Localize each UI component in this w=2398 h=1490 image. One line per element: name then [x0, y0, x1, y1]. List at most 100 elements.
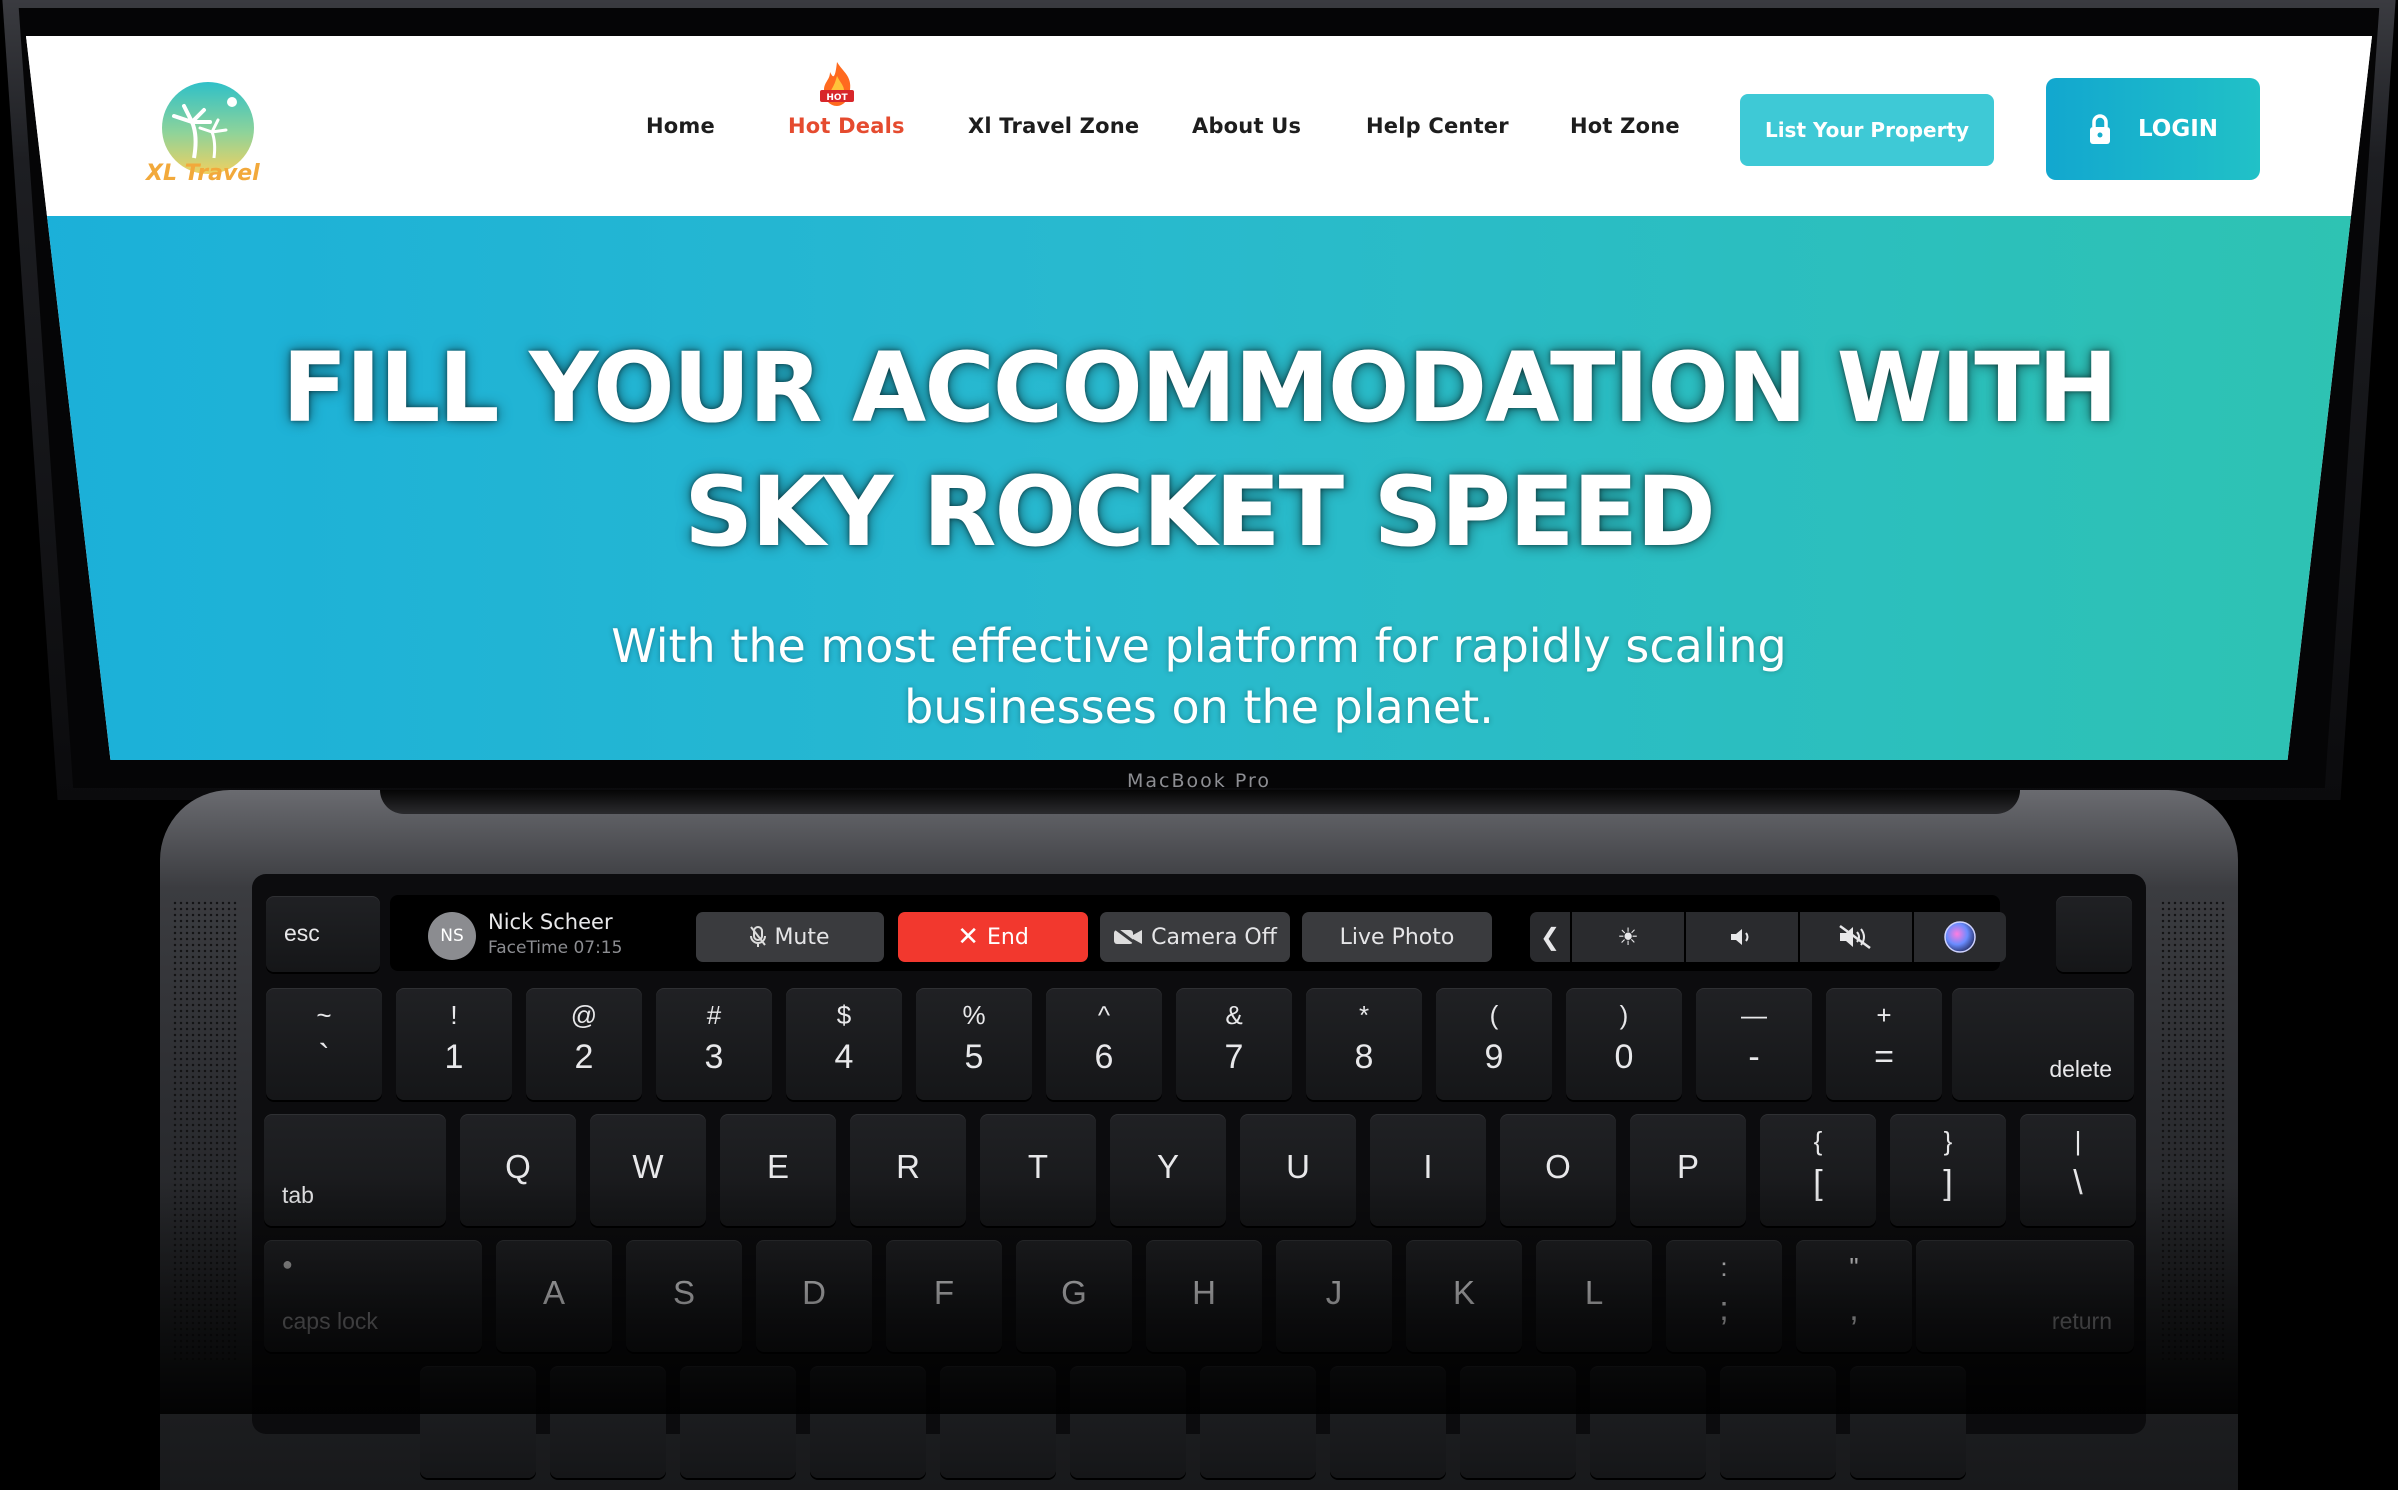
key-letter-6[interactable]: U	[1240, 1114, 1356, 1226]
key-number-9-shift-label: (	[1489, 1000, 1499, 1030]
key-home-1[interactable]: S	[626, 1240, 742, 1352]
key-bottom-9[interactable]	[1590, 1366, 1706, 1478]
key-home-6[interactable]: J	[1276, 1240, 1392, 1352]
key-bottom-0[interactable]	[420, 1366, 536, 1478]
site-logo[interactable]: XL Travel	[144, 76, 284, 186]
key-bracket-2[interactable]: | \	[2020, 1114, 2136, 1226]
key-return[interactable]: return	[1916, 1240, 2134, 1352]
camera-off-label: Camera Off	[1151, 924, 1277, 950]
key-delete[interactable]: delete	[1952, 988, 2134, 1100]
key-bottom-10[interactable]	[1720, 1366, 1836, 1478]
key-number-4[interactable]: $4	[786, 988, 902, 1100]
key-bottom-1[interactable]	[550, 1366, 666, 1478]
key-number-10-label: 0	[1614, 1038, 1634, 1076]
key-bracket-2-label: \	[2073, 1164, 2083, 1202]
camera-off-button[interactable]: Camera Off	[1100, 912, 1290, 962]
hot-fire-badge-icon: HOT	[816, 60, 858, 112]
key-tab[interactable]: tab	[264, 1114, 446, 1226]
nav-help-center[interactable]: Help Center	[1366, 114, 1509, 138]
key-touch-id[interactable]	[2056, 896, 2132, 972]
key-home-3[interactable]: F	[886, 1240, 1002, 1352]
key-number-4-shift-label: $	[836, 1000, 852, 1030]
key-home-0[interactable]: A	[496, 1240, 612, 1352]
nav-hot-deals[interactable]: Hot Deals	[788, 114, 905, 138]
key-number-8[interactable]: * 8	[1306, 988, 1422, 1100]
key-delete-label: delete	[2049, 1056, 2112, 1082]
nav-travel-zone[interactable]: Xl Travel Zone	[968, 114, 1139, 138]
key-number-3-label: 3	[704, 1038, 724, 1076]
key-home-8-label: L	[1584, 1274, 1604, 1311]
key-letter-5-label: Y	[1156, 1148, 1179, 1185]
caps-lock-indicator-icon: ●	[282, 1254, 293, 1274]
mute-volume-icon[interactable]	[1800, 912, 1912, 962]
key-home-4[interactable]: G	[1016, 1240, 1132, 1352]
key-number-10[interactable]: ) 0	[1566, 988, 1682, 1100]
live-photo-button[interactable]: Live Photo	[1302, 912, 1492, 962]
key-esc[interactable]: esc	[266, 896, 380, 972]
chevron-left-icon[interactable]: ❮	[1530, 912, 1570, 962]
key-number-3[interactable]: #3	[656, 988, 772, 1100]
macbook-model-label: MacBook Pro	[1127, 770, 1271, 792]
key-letter-8[interactable]: O	[1500, 1114, 1616, 1226]
key-home-2[interactable]: D	[756, 1240, 872, 1352]
key-letter-3[interactable]: R	[850, 1114, 966, 1226]
key-letter-9[interactable]: P	[1630, 1114, 1746, 1226]
key-number-9[interactable]: (9	[1436, 988, 1552, 1100]
key-home-8[interactable]: L	[1536, 1240, 1652, 1352]
key-bracket-1[interactable]: }]	[1890, 1114, 2006, 1226]
microphone-off-icon	[750, 926, 767, 947]
siri-icon[interactable]	[1914, 912, 2006, 962]
key-bottom-3[interactable]	[810, 1366, 926, 1478]
nav-hot-zone[interactable]: Hot Zone	[1570, 114, 1680, 138]
list-property-label: List Your Property	[1764, 118, 1970, 142]
key-number-12[interactable]: + =	[1826, 988, 1942, 1100]
key-home-7[interactable]: K	[1406, 1240, 1522, 1352]
key-bracket-0[interactable]: {[	[1760, 1114, 1876, 1226]
key-bracket-0-shift-label: {	[1813, 1126, 1823, 1156]
key-bottom-7[interactable]	[1330, 1366, 1446, 1478]
key-punct-0[interactable]: :;	[1666, 1240, 1782, 1352]
key-bottom-8[interactable]	[1460, 1366, 1576, 1478]
key-bottom-6[interactable]	[1200, 1366, 1316, 1478]
key-number-1[interactable]: ! 1	[396, 988, 512, 1100]
lock-icon	[2089, 114, 2110, 144]
volume-icon[interactable]	[1686, 912, 1798, 962]
key-letter-4[interactable]: T	[980, 1114, 1096, 1226]
key-letter-0[interactable]: Q	[460, 1114, 576, 1226]
key-number-5[interactable]: % 5	[916, 988, 1032, 1100]
login-button[interactable]: LOGIN	[2046, 78, 2260, 180]
end-call-button[interactable]: ✕ End	[898, 912, 1088, 962]
hero-title-line-1: FILL YOUR ACCOMMODATION WITH	[281, 332, 2118, 444]
key-number-0[interactable]: ~ `	[266, 988, 382, 1100]
key-number-11[interactable]: — -	[1696, 988, 1812, 1100]
key-letter-7[interactable]: I	[1370, 1114, 1486, 1226]
key-letter-1[interactable]: W	[590, 1114, 706, 1226]
key-letter-2[interactable]: E	[720, 1114, 836, 1226]
key-bottom-5[interactable]	[1070, 1366, 1186, 1478]
list-property-button[interactable]: List Your Property	[1740, 94, 1994, 166]
key-punct-1[interactable]: ",	[1796, 1240, 1912, 1352]
brightness-icon[interactable]: ☀	[1572, 912, 1684, 962]
key-home-5-label: H	[1192, 1274, 1216, 1311]
live-photo-label: Live Photo	[1339, 924, 1455, 950]
key-number-2[interactable]: @2	[526, 988, 642, 1100]
hero-subtitle-line-1: With the most effective platform for rap…	[611, 619, 1787, 673]
key-number-7-shift-label: &	[1225, 1000, 1243, 1030]
key-number-0-label: `	[318, 1038, 330, 1076]
mute-button[interactable]: Mute	[696, 912, 884, 962]
site-navbar: XL Travel Home HOT Hot Deals Xl Travel Z…	[26, 36, 2372, 216]
key-home-5[interactable]: H	[1146, 1240, 1262, 1352]
key-number-6[interactable]: ^ 6	[1046, 988, 1162, 1100]
key-letter-5[interactable]: Y	[1110, 1114, 1226, 1226]
laptop-screen: XL Travel Home HOT Hot Deals Xl Travel Z…	[26, 36, 2372, 760]
key-bottom-4[interactable]	[940, 1366, 1056, 1478]
key-number-7[interactable]: & 7	[1176, 988, 1292, 1100]
hero-subtitle-line-2: businesses on the planet.	[904, 680, 1494, 734]
end-label: End	[986, 924, 1029, 950]
key-bottom-11[interactable]	[1850, 1366, 1966, 1478]
key-bottom-2[interactable]	[680, 1366, 796, 1478]
nav-about-us[interactable]: About Us	[1192, 114, 1301, 138]
nav-home[interactable]: Home	[646, 114, 715, 138]
key-number-2-shift-label: @	[570, 1000, 598, 1030]
key-caps-lock[interactable]: ● caps lock	[264, 1240, 482, 1352]
